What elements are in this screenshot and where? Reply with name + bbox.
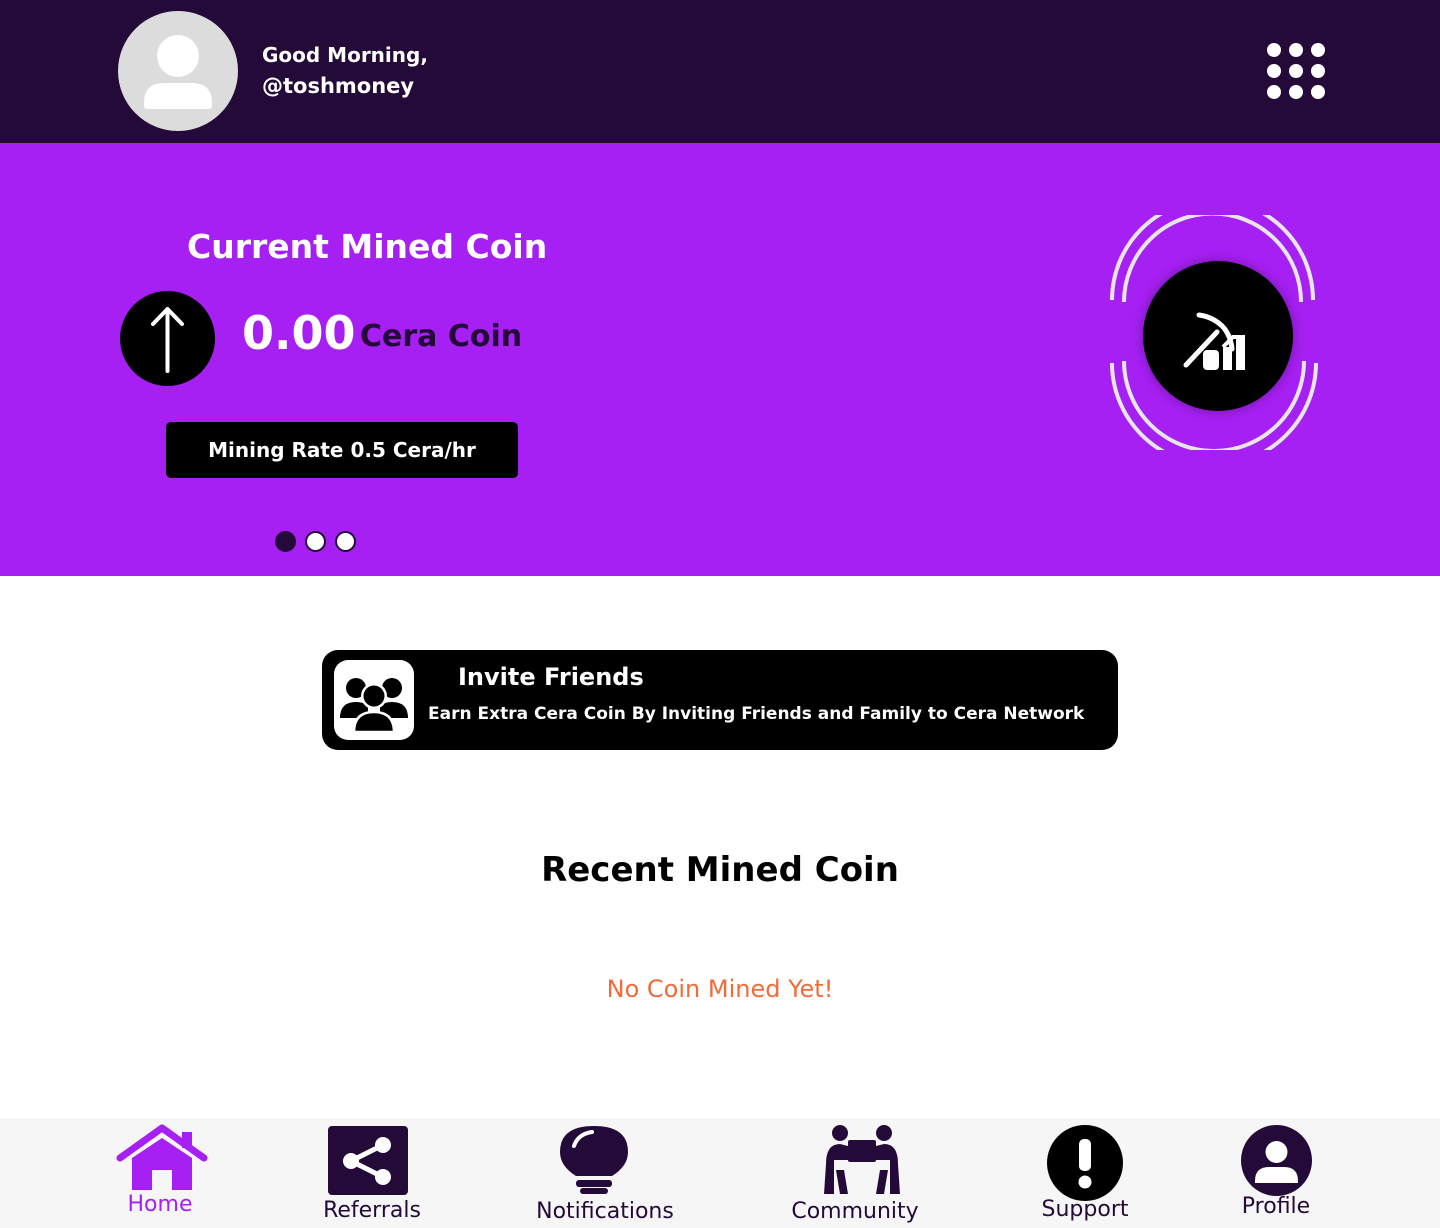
- mined-amount: 0.00: [242, 306, 356, 360]
- invite-title: Invite Friends: [458, 663, 644, 691]
- nav-profile[interactable]: Profile: [1226, 1118, 1326, 1228]
- grid-dot-icon: [1311, 85, 1325, 99]
- carousel-dot[interactable]: [275, 531, 296, 552]
- mining-rate-button[interactable]: Mining Rate 0.5 Cera/hr: [166, 422, 518, 478]
- nav-label-home: Home: [127, 1192, 193, 1217]
- grid-dot-icon: [1267, 64, 1281, 78]
- profile-icon: [1241, 1125, 1312, 1196]
- nav-community[interactable]: Community: [785, 1118, 925, 1228]
- greeting-block: Good Morning, @toshmoney: [262, 40, 428, 102]
- invite-friends-card[interactable]: Invite Friends Earn Extra Cera Coin By I…: [322, 650, 1118, 750]
- nav-notifications[interactable]: Notifications: [530, 1118, 680, 1228]
- carousel-dot[interactable]: [305, 531, 326, 552]
- nav-label-referrals: Referrals: [323, 1198, 421, 1223]
- nav-label-community: Community: [791, 1199, 919, 1224]
- username-text: @toshmoney: [262, 74, 415, 98]
- grid-dot-icon: [1289, 85, 1303, 99]
- home-icon: [116, 1124, 208, 1190]
- bottom-navigation: Home Referrals Notifications Community S…: [0, 1118, 1440, 1228]
- grid-dot-icon: [1289, 43, 1303, 57]
- grid-dot-icon: [1267, 85, 1281, 99]
- grid-dot-icon: [1267, 43, 1281, 57]
- lightbulb-icon: [560, 1126, 628, 1194]
- empty-state-message: No Coin Mined Yet!: [606, 975, 834, 1003]
- nav-label-profile: Profile: [1241, 1194, 1311, 1219]
- nav-home[interactable]: Home: [110, 1118, 210, 1228]
- arrow-up-icon: [120, 291, 215, 386]
- grid-dot-icon: [1289, 64, 1303, 78]
- community-icon: [824, 1125, 900, 1194]
- banner-title: Current Mined Coin: [187, 227, 548, 266]
- grid-dot-icon: [1311, 43, 1325, 57]
- nav-referrals[interactable]: Referrals: [318, 1118, 426, 1228]
- nav-support[interactable]: Support: [1030, 1118, 1140, 1228]
- carousel-dot[interactable]: [335, 531, 356, 552]
- user-placeholder-icon: [144, 35, 212, 109]
- start-mining-button[interactable]: [1100, 197, 1325, 467]
- grid-dot-icon: [1311, 64, 1325, 78]
- exclamation-icon: [1047, 1125, 1123, 1201]
- group-icon: [334, 660, 414, 740]
- currency-label: Cera Coin: [360, 319, 523, 354]
- nav-label-support: Support: [1041, 1197, 1129, 1222]
- mining-banner: Current Mined Coin 0.00 Cera Coin Mining…: [0, 143, 1440, 576]
- user-avatar[interactable]: [118, 11, 238, 131]
- top-header: Good Morning, @toshmoney: [0, 0, 1440, 143]
- recent-mined-title: Recent Mined Coin: [541, 850, 899, 890]
- apps-menu-button[interactable]: [1264, 40, 1328, 102]
- invite-subtitle: Earn Extra Cera Coin By Inviting Friends…: [428, 704, 1085, 724]
- nav-label-notifications: Notifications: [536, 1199, 674, 1224]
- share-icon: [328, 1126, 408, 1195]
- greeting-text: Good Morning,: [262, 43, 428, 67]
